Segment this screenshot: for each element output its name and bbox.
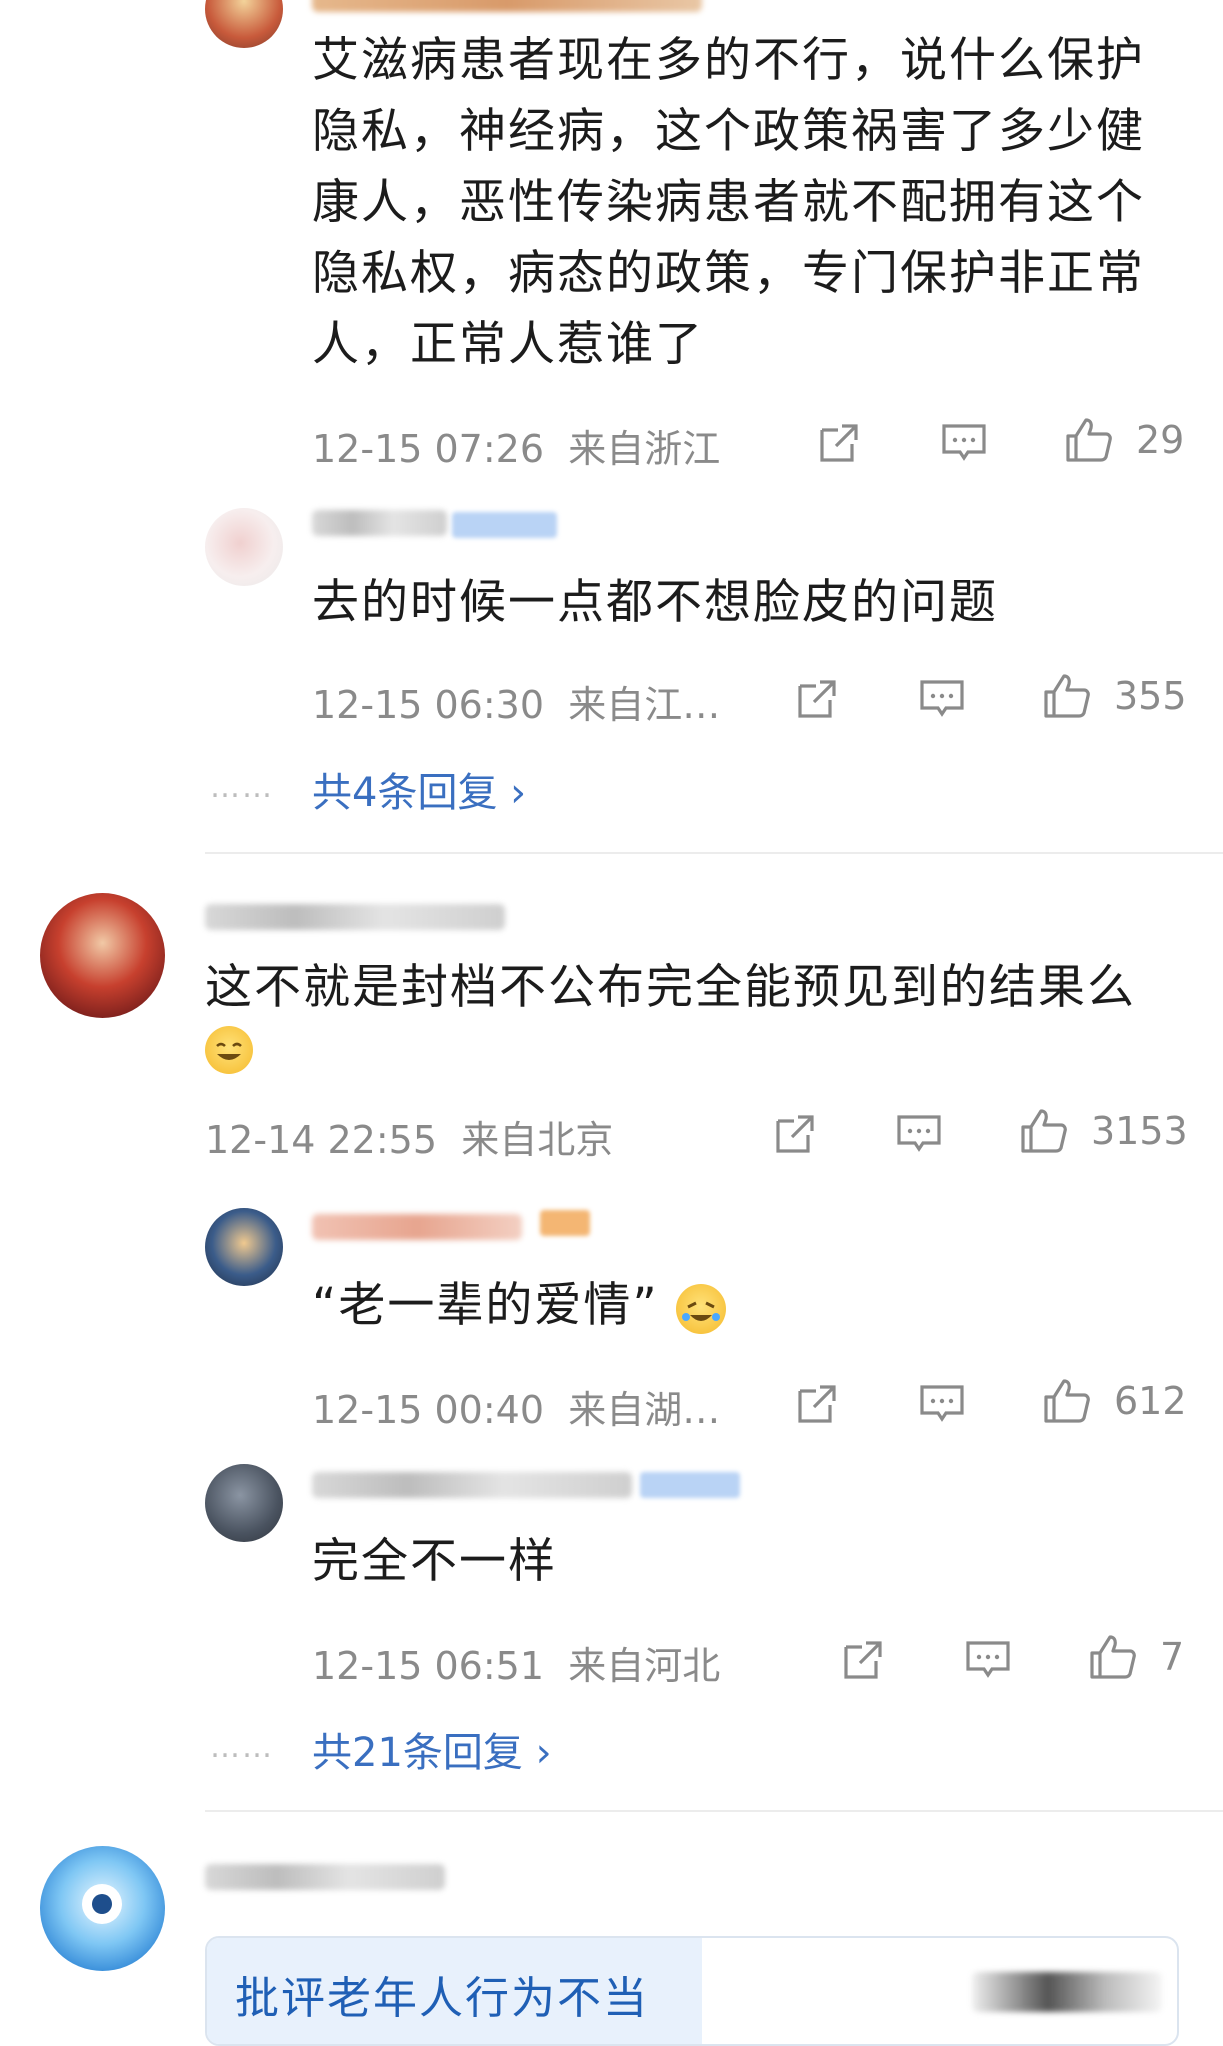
like-count: 7 [1160, 1635, 1185, 1679]
comment-icon[interactable] [916, 672, 968, 724]
comment-text: 这不就是封档不公布完全能预见到的结果么 [205, 960, 1136, 1015]
share-icon[interactable] [790, 1377, 842, 1429]
comment-time: 12-15 00:40 来自湖… [312, 1388, 721, 1432]
username-blurred[interactable] [312, 510, 447, 536]
share-icon[interactable] [836, 1633, 888, 1685]
view-replies-link[interactable]: 共21条回复 › [312, 1720, 552, 1778]
comment-time: 12-14 22:55 来自北京 [205, 1118, 614, 1162]
summary-box[interactable]: 批评老年人行为不当 [205, 1936, 1179, 2046]
like-count: 355 [1114, 674, 1187, 718]
rofl-emoji-icon [675, 1283, 726, 1334]
share-icon[interactable] [790, 672, 842, 724]
comment-text: 去的时候一点都不想脸皮的问题 [312, 575, 998, 630]
like-icon[interactable] [1040, 1375, 1092, 1427]
username-blurred[interactable] [312, 1472, 632, 1498]
avatar[interactable] [205, 1464, 283, 1542]
comment-icon[interactable] [938, 416, 990, 468]
user-badge-blurred [452, 512, 557, 538]
user-badge-blurred [640, 1472, 740, 1498]
share-icon[interactable] [812, 416, 864, 468]
like-icon[interactable] [1040, 670, 1092, 722]
divider [205, 1810, 1223, 1812]
like-icon[interactable] [1017, 1105, 1069, 1157]
comment-text: 完全不一样 [312, 1534, 557, 1589]
comment-icon[interactable] [916, 1377, 968, 1429]
like-icon[interactable] [1062, 414, 1114, 466]
avatar[interactable] [40, 1846, 165, 1971]
comment-time: 12-15 07:26 来自浙江 [312, 427, 721, 471]
like-icon[interactable] [1086, 1631, 1138, 1683]
summary-text: 批评老年人行为不当 [235, 1973, 649, 2024]
avatar[interactable] [205, 0, 283, 48]
username-blurred[interactable] [205, 904, 505, 930]
laugh-emoji-icon [205, 1026, 253, 1074]
avatar[interactable] [205, 508, 283, 586]
user-badge-blurred [540, 1210, 590, 1236]
share-icon[interactable] [768, 1107, 820, 1159]
reply-dots: …… [210, 1730, 274, 1765]
comment-icon[interactable] [893, 1107, 945, 1159]
like-count: 29 [1136, 418, 1185, 462]
view-replies-link[interactable]: 共4条回复 › [312, 760, 526, 818]
like-count: 612 [1114, 1379, 1187, 1423]
divider [205, 852, 1223, 854]
comment-time: 12-15 06:30 来自江… [312, 683, 721, 727]
comment-time: 12-15 06:51 来自河北 [312, 1644, 721, 1688]
comment-text: “老一辈的爱情” [312, 1270, 1192, 1341]
username-blurred[interactable] [312, 0, 702, 12]
username-blurred[interactable] [205, 1864, 445, 1890]
avatar[interactable] [40, 893, 165, 1018]
comment-text: 艾滋病患者现在多的不行，说什么保护 隐私，神经病，这个政策祸害了多少健 康人，恶… [312, 33, 1145, 372]
reply-dots: …… [210, 770, 274, 805]
username-blurred[interactable] [312, 1214, 522, 1240]
avatar[interactable] [205, 1208, 283, 1286]
like-count: 3153 [1091, 1109, 1188, 1153]
summary-decoration-blurred [972, 1972, 1162, 2012]
comment-icon[interactable] [962, 1633, 1014, 1685]
